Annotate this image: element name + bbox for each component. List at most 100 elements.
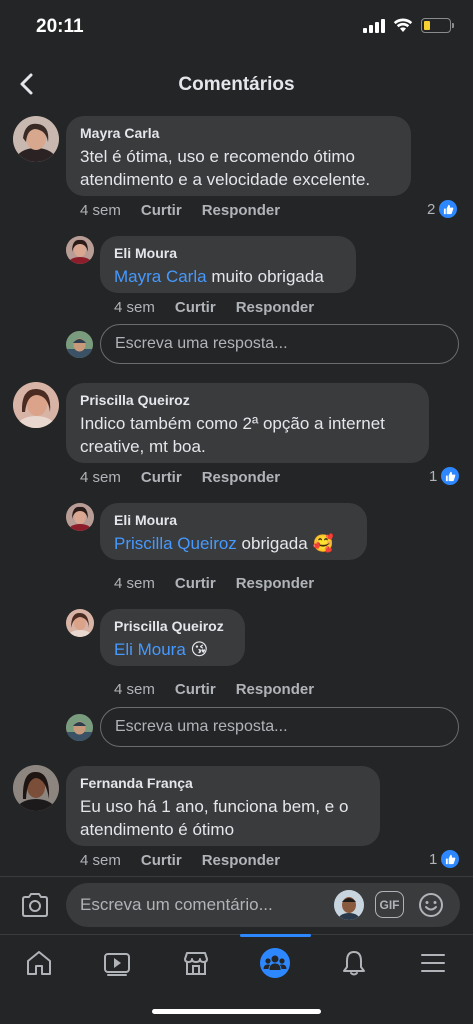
signal-icon <box>363 18 385 33</box>
reply-text: Mayra Carla muito obrigada <box>114 267 324 286</box>
like-button[interactable]: Curtir <box>175 299 216 316</box>
reply-text: Priscilla Queiroz obrigada 🥰 <box>114 534 334 553</box>
tab-menu[interactable] <box>394 935 472 991</box>
mention-link[interactable]: Mayra Carla <box>114 267 207 286</box>
comment-actions: 4 sem Curtir Responder <box>80 852 280 869</box>
comment-text: Eu uso há 1 ano, funciona bem, e o atend… <box>80 795 366 841</box>
reply-author[interactable]: Priscilla Queiroz <box>114 617 231 635</box>
comment-actions: 4 sem Curtir Responder <box>80 469 280 486</box>
comment-actions: 4 sem Curtir Responder <box>80 202 280 219</box>
comment-author[interactable]: Mayra Carla <box>80 124 397 142</box>
comment-bubble[interactable]: Mayra Carla 3tel é ótima, uso e recomend… <box>66 116 411 196</box>
reply-bubble[interactable]: Priscilla Queiroz Eli Moura 😘 <box>100 609 245 666</box>
comment-time[interactable]: 4 sem <box>80 469 121 486</box>
reply-actions: 4 sem Curtir Responder <box>114 575 314 592</box>
emoji: 🥰 <box>312 534 334 553</box>
like-button[interactable]: Curtir <box>175 681 216 698</box>
reply-author[interactable]: Eli Moura <box>114 244 342 262</box>
avatar[interactable] <box>66 236 94 264</box>
tab-watch[interactable] <box>78 935 156 991</box>
watch-icon <box>104 953 130 976</box>
thumbs-up-icon <box>439 200 458 218</box>
reply-button[interactable]: Responder <box>236 299 314 316</box>
marketplace-icon <box>184 952 208 975</box>
avatar[interactable] <box>66 609 94 637</box>
reply-button[interactable]: Responder <box>236 681 314 698</box>
tab-groups[interactable] <box>236 935 314 991</box>
comment-time[interactable]: 4 sem <box>80 852 121 869</box>
comment-input-placeholder: Escreva um comentário... <box>80 895 273 914</box>
like-count-value: 1 <box>429 850 438 868</box>
reply-actions: 4 sem Curtir Responder <box>114 681 314 698</box>
comment-text-line: Eu uso há 1 ano, funciona bem, e o <box>80 797 349 816</box>
like-button[interactable]: Curtir <box>141 852 182 869</box>
status-time: 20:11 <box>36 16 84 37</box>
reply-button[interactable]: Responder <box>202 202 280 219</box>
comment-input[interactable]: Escreva um comentário... GIF <box>66 883 460 927</box>
battery-icon <box>421 18 454 33</box>
comment-composer: Escreva um comentário... GIF <box>0 876 473 934</box>
gif-button[interactable]: GIF <box>375 891 404 918</box>
tab-home[interactable] <box>0 935 78 991</box>
thumbs-up-icon <box>441 467 460 485</box>
home-indicator <box>152 1009 321 1014</box>
menu-icon <box>421 954 445 972</box>
like-count-value: 1 <box>429 467 438 485</box>
reply-button[interactable]: Responder <box>236 575 314 592</box>
gif-label: GIF <box>379 897 400 912</box>
reply-bubble[interactable]: Eli Moura Priscilla Queiroz obrigada 🥰 <box>100 503 367 560</box>
reply-input-placeholder: Escreva uma resposta... <box>115 335 288 352</box>
comment-text-line: creative, mt boa. <box>80 437 206 456</box>
reply-button[interactable]: Responder <box>202 469 280 486</box>
avatar[interactable] <box>13 382 59 428</box>
mention-link[interactable]: Priscilla Queiroz <box>114 534 237 553</box>
bottom-tab-bar <box>0 934 473 1024</box>
status-bar: 20:11 <box>0 0 473 50</box>
reply-time[interactable]: 4 sem <box>114 299 155 316</box>
comment-text-line: Indico também como 2ª opção a internet <box>80 414 385 433</box>
reply-input-placeholder: Escreva uma resposta... <box>115 718 288 735</box>
camera-button[interactable] <box>20 891 50 919</box>
avatar-sticker-button[interactable] <box>334 890 364 920</box>
comment-author[interactable]: Fernanda França <box>80 774 366 792</box>
home-icon <box>27 951 51 975</box>
comment-bubble[interactable]: Fernanda França Eu uso há 1 ano, funcion… <box>66 766 380 846</box>
avatar[interactable] <box>66 503 94 531</box>
comment-text-line: atendimento e a velocidade excelente. <box>80 170 371 189</box>
reply-bubble[interactable]: Eli Moura Mayra Carla muito obrigada <box>100 236 356 293</box>
current-user-avatar <box>66 714 93 741</box>
avatar[interactable] <box>13 116 59 162</box>
like-count-value: 2 <box>427 200 436 218</box>
comment-author[interactable]: Priscilla Queiroz <box>80 391 415 409</box>
tab-marketplace[interactable] <box>157 935 235 991</box>
like-count[interactable]: 1 <box>429 850 460 868</box>
reply-input[interactable]: Escreva uma resposta... <box>100 324 459 364</box>
tab-notifications[interactable] <box>315 935 393 991</box>
reply-input[interactable]: Escreva uma resposta... <box>100 707 459 747</box>
thumbs-up-icon <box>441 850 460 868</box>
like-count[interactable]: 1 <box>429 467 460 485</box>
page-title: Comentários <box>178 74 295 95</box>
bell-icon <box>343 951 365 976</box>
reply-author[interactable]: Eli Moura <box>114 511 353 529</box>
reply-time[interactable]: 4 sem <box>114 575 155 592</box>
reply-button[interactable]: Responder <box>202 852 280 869</box>
emoji: 😘 <box>190 640 209 659</box>
comment-text: 3tel é ótima, uso e recomendo ótimo aten… <box>80 145 397 191</box>
camera-icon <box>22 893 48 917</box>
comment-time[interactable]: 4 sem <box>80 202 121 219</box>
comment-bubble[interactable]: Priscilla Queiroz Indico também como 2ª … <box>66 383 429 463</box>
comment-text: Indico também como 2ª opção a internet c… <box>80 412 415 458</box>
like-button[interactable]: Curtir <box>175 575 216 592</box>
comment-thread[interactable]: Mayra Carla 3tel é ótima, uso e recomend… <box>0 112 473 875</box>
like-count[interactable]: 2 <box>427 200 458 218</box>
comment-text-line: atendimento é ótimo <box>80 820 235 839</box>
mention-link[interactable]: Eli Moura <box>114 640 186 659</box>
avatar[interactable] <box>13 765 59 811</box>
emoji-button[interactable] <box>417 891 445 919</box>
like-button[interactable]: Curtir <box>141 469 182 486</box>
like-button[interactable]: Curtir <box>141 202 182 219</box>
wifi-icon <box>393 18 413 32</box>
reply-time[interactable]: 4 sem <box>114 681 155 698</box>
current-user-avatar <box>66 331 93 358</box>
